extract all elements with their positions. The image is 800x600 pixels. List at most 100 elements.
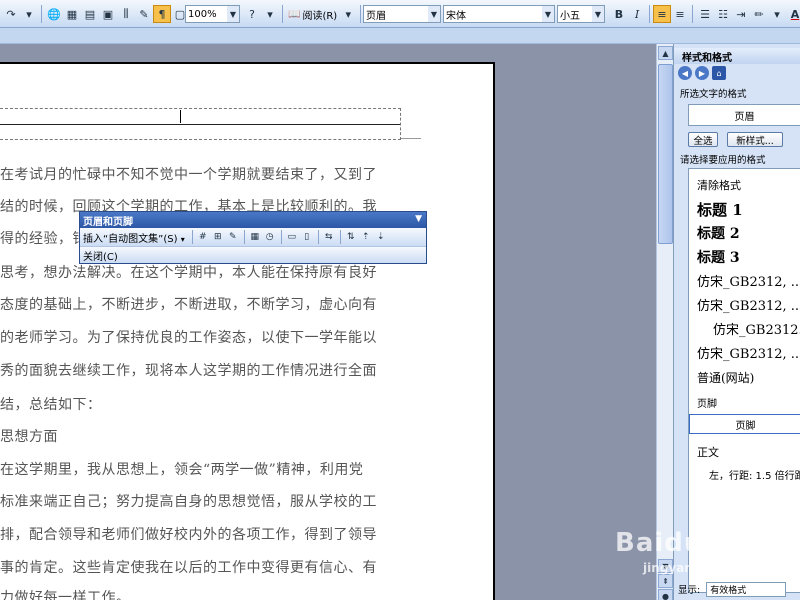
toolbar-title-text: 页眉和页脚 [83, 216, 133, 228]
align-right-icon[interactable]: ≡ [671, 5, 689, 23]
current-style-value: 页眉 [734, 111, 755, 123]
style-item-fangsong[interactable]: 仿宋_GB2312, ... [697, 271, 800, 290]
drawing-icon[interactable]: ✎ [135, 5, 153, 23]
show-label: 显示: [678, 585, 701, 596]
style-item-normal-web[interactable]: 普通(网站) [697, 369, 754, 386]
bullets-icon[interactable]: ☷ [714, 5, 732, 23]
close-header-footer-button[interactable]: 关闭(C) [83, 248, 118, 263]
show-select-value: 有效格式 [710, 585, 747, 596]
separator [649, 5, 650, 23]
style-item-heading1[interactable]: 标题 1 [697, 199, 743, 220]
highlight-icon[interactable]: ✏ [750, 5, 768, 23]
insert-page-count-icon[interactable]: ⊞ [211, 230, 225, 244]
style-item-footer[interactable]: 页脚 [689, 414, 800, 434]
show-previous-icon[interactable]: ⇡ [359, 230, 373, 244]
style-item-fangsong[interactable]: 仿宋_GB2312... [713, 319, 800, 338]
reading-layout-button[interactable]: 📖 阅读(R) [286, 7, 339, 22]
style-select[interactable]: 页眉 ▼ [363, 5, 441, 23]
columns-icon[interactable]: ⫼ [117, 5, 135, 23]
document-map-icon[interactable]: ¶ [153, 5, 171, 23]
format-page-number-icon[interactable]: ✎ [226, 230, 240, 244]
chevron-down-icon[interactable]: ▼ [542, 6, 554, 22]
style-item-fangsong[interactable]: 仿宋_GB2312, ... [697, 295, 800, 314]
watermark-brand: Baidu 经验 [615, 528, 768, 558]
paragraph-line: 态度的基础上，不断进步，不断进取，不断学习，虚心向有 [0, 297, 377, 313]
pane-navigation: ◀ ▶ ⌂ [678, 66, 726, 82]
chevron-down-icon[interactable]: ▼ [592, 6, 604, 22]
show-hide-text-icon[interactable]: ▯ [300, 230, 314, 244]
pane-title: 样式和格式 [674, 48, 800, 64]
hyperlink-icon[interactable]: 🌐 [45, 5, 63, 23]
style-item-clear[interactable]: 清除格式 [697, 177, 741, 193]
new-style-button[interactable]: 新样式... [727, 132, 783, 147]
paragraph-line: 标准来端正自己；努力提高自身的思想觉悟，服从学校的工 [0, 494, 377, 510]
separator [692, 5, 693, 23]
insert-date-icon[interactable]: ▦ [248, 230, 262, 244]
select-all-button[interactable]: 全选 [688, 132, 718, 147]
show-select[interactable]: 有效格式 [706, 581, 787, 597]
page-setup-icon[interactable]: ▭ [285, 230, 299, 244]
style-item-heading3[interactable]: 标题 3 [697, 247, 740, 267]
show-next-icon[interactable]: ⇣ [374, 230, 388, 244]
toolbar-dropdown-icon[interactable]: ▾ [261, 5, 279, 23]
redo-icon[interactable]: ↷ [2, 5, 20, 23]
previous-page-icon[interactable]: ⇞ [658, 574, 673, 588]
header-footer-toolbar-row: 关闭(C) [80, 246, 426, 263]
section-heading: 思想方面 [0, 429, 58, 445]
link-to-previous-icon[interactable]: ⇆ [322, 230, 336, 244]
home-icon[interactable]: ⌂ [712, 66, 726, 80]
footer-style-text: 页脚 [735, 420, 756, 432]
insert-excel-icon[interactable]: ▣ [99, 5, 117, 23]
insert-table-icon[interactable]: ▤ [81, 5, 99, 23]
toolbar-dropdown-icon[interactable]: ▾ [20, 5, 38, 23]
insert-autotext-button[interactable]: 插入“自动图文集”(S) ▾ [83, 230, 185, 245]
paragraph-line: 在考试月的忙碌中不知不觉中一个学期就要结束了，又到了 [0, 167, 377, 183]
font-color-icon[interactable]: A [786, 5, 800, 23]
switch-header-footer-icon[interactable]: ⇅ [344, 230, 358, 244]
style-item-heading2[interactable]: 标题 2 [697, 223, 740, 243]
style-item-body-detail[interactable]: 左，行距: 1.5 倍行距 [709, 467, 800, 482]
header-footer-toolbar[interactable]: 页眉和页脚 ▼ 插入“自动图文集”(S) ▾ # ⊞ ✎ ▦ ◷ ▭ ▯ ⇆ ⇅… [79, 211, 427, 264]
vertical-scrollbar[interactable]: ▲ ⇞ ● ▼ [656, 44, 673, 600]
style-item-fangsong[interactable]: 仿宋_GB2312, ... [697, 343, 800, 362]
chevron-down-icon[interactable]: ▼ [415, 214, 422, 224]
separator [317, 230, 319, 244]
toolbar-dropdown-icon[interactable]: ▾ [339, 5, 357, 23]
font-size-select[interactable]: 小五 ▼ [557, 5, 605, 23]
tables-borders-icon[interactable]: ▦ [63, 5, 81, 23]
forward-icon[interactable]: ▶ [695, 66, 709, 80]
chevron-down-icon[interactable]: ▼ [227, 6, 239, 22]
numbering-icon[interactable]: ☰ [696, 5, 714, 23]
selected-format-label: 所选文字的格式 [680, 89, 747, 100]
header-footer-toolbar-row: 插入“自动图文集”(S) ▾ # ⊞ ✎ ▦ ◷ ▭ ▯ ⇆ ⇅ ⇡ ⇣ [80, 228, 426, 246]
chevron-down-icon[interactable]: ▼ [428, 6, 440, 22]
chevron-down-icon: ▾ [180, 234, 185, 244]
separator [282, 5, 283, 23]
scroll-up-icon[interactable]: ▲ [658, 46, 673, 60]
align-center-icon[interactable]: ≡ [653, 5, 671, 23]
toolbar-dropdown-icon[interactable]: ▾ [768, 5, 786, 23]
style-item-footer-label[interactable]: 页脚 [697, 395, 717, 410]
insert-page-number-icon[interactable]: # [196, 230, 210, 244]
back-icon[interactable]: ◀ [678, 66, 692, 80]
scrollbar-thumb[interactable] [658, 64, 673, 244]
header-border-line [0, 124, 400, 125]
insert-time-icon[interactable]: ◷ [263, 230, 277, 244]
document-page[interactable]: 在考试月的忙碌中不知不觉中一个学期就要结束了，又到了 结的时候，回顾这个学期的工… [0, 62, 495, 600]
style-item-body[interactable]: 正文 [697, 444, 719, 460]
zoom-select[interactable]: 100% ▼ [185, 5, 240, 23]
browse-object-icon[interactable]: ● [658, 589, 673, 600]
separator [191, 230, 193, 244]
indent-icon[interactable]: ⇥ [732, 5, 750, 23]
font-select[interactable]: 宋体 ▼ [443, 5, 555, 23]
paragraph-line: 排，配合领导和老师们做好校内外的各项工作，得到了领导 [0, 527, 377, 543]
italic-button[interactable]: I [628, 5, 646, 23]
header-footer-toolbar-title[interactable]: 页眉和页脚 ▼ [80, 212, 426, 228]
standard-toolbar: ↷ ▾ 🌐 ▦ ▤ ▣ ⫼ ✎ ¶ ▢ 100% ▼ ? ▾ 📖 阅读(R) ▾… [0, 0, 800, 28]
paragraph-line: 的老师学习。为了保持优良的工作姿态，以使下一学年能以 [0, 330, 377, 346]
toolbar-group-format: B I ≡ ≡ ☰ ☷ ⇥ ✏ ▾ A ▾ [610, 4, 800, 24]
watermark-url: jingyan.baidu.com [643, 561, 768, 575]
bold-button[interactable]: B [610, 5, 628, 23]
header-area[interactable] [0, 108, 401, 140]
help-icon[interactable]: ? [243, 5, 261, 23]
